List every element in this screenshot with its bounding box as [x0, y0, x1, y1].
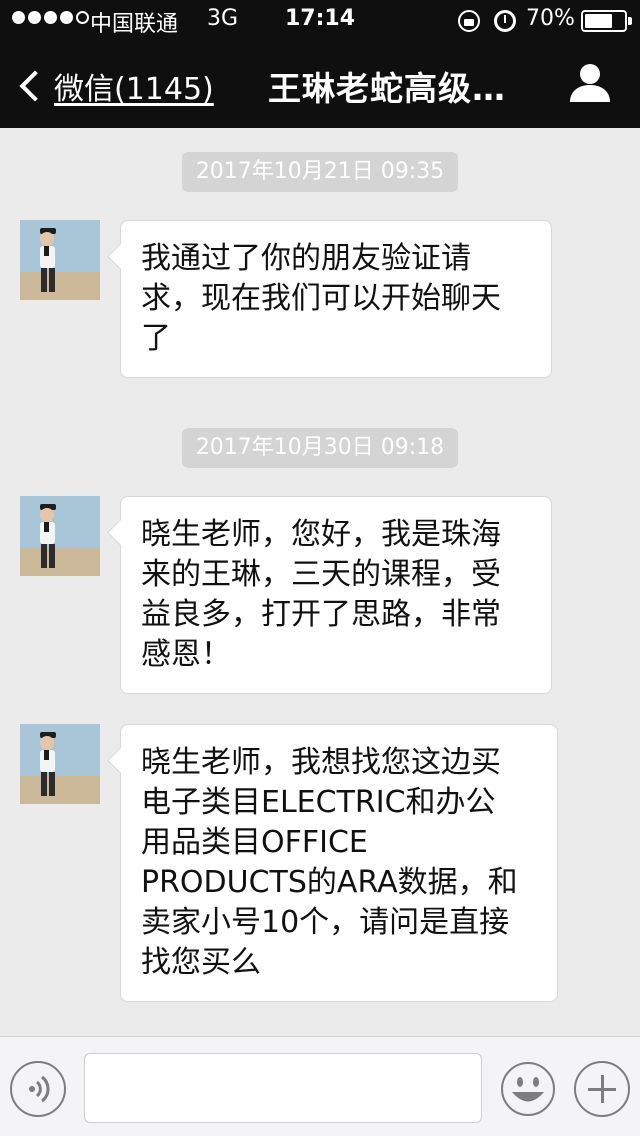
voice-button[interactable]	[10, 1061, 66, 1117]
message-line: 用品类目OFFICE	[141, 825, 368, 860]
message-line: 感恩！	[141, 637, 231, 672]
message-line: 了	[141, 321, 171, 356]
voice-icon	[29, 1075, 50, 1103]
battery-percent: 70%	[526, 6, 575, 31]
nav-bar: 微信(1145) 王琳老蛇高级…	[0, 40, 640, 128]
avatar[interactable]	[20, 220, 100, 300]
avatar-image	[20, 496, 100, 576]
message-line: 我通过了你的朋友验证请	[141, 241, 471, 276]
chat-area[interactable]: 2017年10月21日 09:35 我通过了你的朋友验证请 求，现在我们可以开始…	[0, 128, 640, 1036]
message-line: 电子类目ELECTRIC和办公	[141, 785, 496, 820]
message-bubble[interactable]: 晓生老师，您好，我是珠海 来的王琳，三天的课程，受 益良多，打开了思路，非常 感…	[120, 496, 552, 694]
message-bubble[interactable]: 我通过了你的朋友验证请 求，现在我们可以开始聊天 了	[120, 220, 552, 378]
message-line: 找您买么	[141, 945, 261, 980]
message-line: 卖家小号10个，请问是直接	[141, 905, 510, 940]
plus-button[interactable]	[574, 1061, 630, 1117]
chevron-left-icon	[19, 70, 51, 102]
message-line: 晓生老师，您好，我是珠海	[141, 517, 501, 552]
back-button[interactable]: 微信(1145)	[18, 64, 214, 108]
avatar-image	[20, 220, 100, 300]
orientation-lock-icon	[458, 10, 480, 32]
message-line: PRODUCTS的ARA数据，和	[141, 865, 518, 900]
message-line: 求，现在我们可以开始聊天	[141, 281, 501, 316]
emoji-button[interactable]	[500, 1061, 556, 1117]
timestamp: 2017年10月21日 09:35	[182, 152, 458, 192]
chat-title: 王琳老蛇高级…	[268, 69, 506, 108]
status-bar: 中国联通 3G 17:14 70%	[0, 0, 640, 40]
emoji-icon	[501, 1062, 555, 1116]
battery-nub	[628, 17, 632, 25]
message-line: 益良多，打开了思路，非常	[141, 597, 501, 632]
message-input[interactable]	[84, 1053, 482, 1123]
message-line: 来的王琳，三天的课程，受	[141, 557, 501, 592]
avatar[interactable]	[20, 496, 100, 576]
profile-icon	[570, 64, 610, 102]
battery-icon	[581, 10, 627, 32]
avatar-image	[20, 724, 100, 804]
alarm-icon	[494, 10, 516, 32]
message-line: 晓生老师，我想找您这边买	[141, 745, 501, 780]
timestamp: 2017年10月30日 09:18	[182, 428, 458, 468]
message-bubble[interactable]: 晓生老师，我想找您这边买 电子类目ELECTRIC和办公 用品类目OFFICE …	[120, 724, 558, 1002]
header: 中国联通 3G 17:14 70% 微信(1145) 王琳老蛇高级…	[0, 0, 640, 128]
input-bar	[0, 1036, 640, 1136]
avatar[interactable]	[20, 724, 100, 804]
profile-button[interactable]	[566, 58, 614, 106]
back-label: 微信(1145)	[54, 72, 214, 107]
